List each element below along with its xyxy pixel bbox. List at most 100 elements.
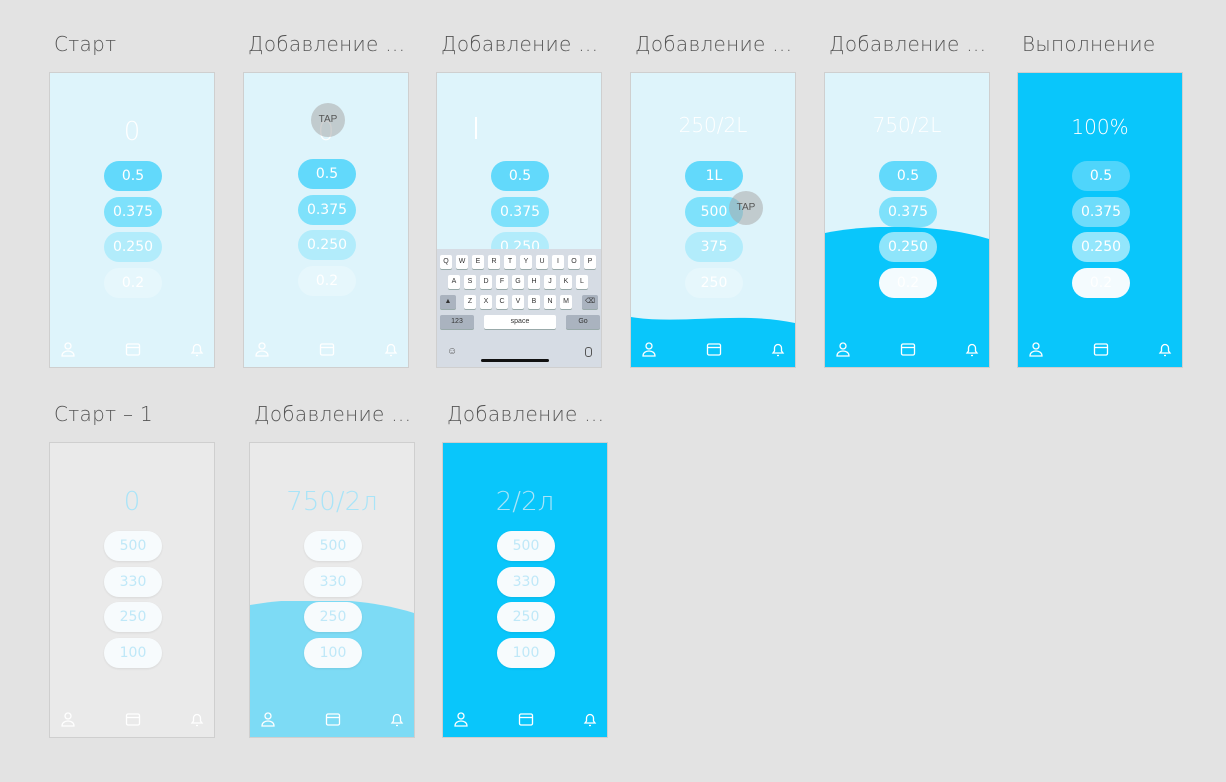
key[interactable]: V [512,295,524,309]
artboard-add-750-grey[interactable]: 750/2л 500 330 250 100 [249,442,415,738]
volume-button[interactable]: 1L [685,161,743,191]
microphone-icon[interactable] [585,347,592,357]
artboard-title[interactable]: Добавление ... [254,402,411,426]
bell-icon[interactable] [964,341,980,357]
emoji-icon[interactable]: ☺ [447,346,457,357]
go-key[interactable]: Go [566,315,600,329]
bell-icon[interactable] [383,341,399,357]
volume-button[interactable]: 500 [104,531,162,561]
artboard-start-1[interactable]: 0 500 330 250 100 [49,442,215,738]
shift-key[interactable]: ▲ [440,295,456,309]
artboard-add-complete[interactable]: 2/2л 500 330 250 100 [442,442,608,738]
calendar-icon[interactable] [706,341,722,357]
volume-button[interactable]: 0.5 [104,161,162,191]
key[interactable]: C [496,295,508,309]
key[interactable]: R [488,255,500,269]
artboard-title[interactable]: Старт – 1 [54,402,153,426]
bell-icon[interactable] [389,711,405,727]
artboard-add-250[interactable]: 250/2L 1L 500 375 250 TAP [630,72,796,368]
volume-button[interactable]: 0.5 [298,159,356,189]
volume-button[interactable]: 330 [304,567,362,597]
volume-button[interactable]: 0.375 [1072,197,1130,227]
profile-icon[interactable] [1028,341,1044,357]
key[interactable]: J [544,275,556,289]
volume-button[interactable]: 0.375 [298,195,356,225]
key[interactable]: O [568,255,580,269]
volume-button[interactable]: 330 [497,567,555,597]
artboard-title[interactable]: Добавление ... [829,32,986,56]
volume-button[interactable]: 0.250 [879,232,937,262]
profile-icon[interactable] [254,341,270,357]
volume-button[interactable]: 500 [497,531,555,561]
artboard-title[interactable]: Старт [54,32,116,56]
artboard-title[interactable]: Выполнение [1022,32,1155,56]
artboard-add-keyboard[interactable]: 0.5 0.375 0.250 Q W E R T Y U I O P A S … [436,72,602,368]
volume-button[interactable]: 375 [685,232,743,262]
key[interactable]: W [456,255,468,269]
volume-button[interactable]: 0.250 [104,232,162,262]
key[interactable]: T [504,255,516,269]
volume-button[interactable]: 0.5 [879,161,937,191]
volume-button[interactable]: 0.2 [298,266,356,296]
bell-icon[interactable] [189,711,205,727]
calendar-icon[interactable] [125,711,141,727]
key[interactable]: S [464,275,476,289]
space-key[interactable]: space [484,315,556,329]
artboard-add-750[interactable]: 750/2L 0.5 0.375 0.250 0.2 [824,72,990,368]
key[interactable]: Z [464,295,476,309]
bell-icon[interactable] [770,341,786,357]
profile-icon[interactable] [60,341,76,357]
artboard-title[interactable]: Добавление ... [635,32,792,56]
bell-icon[interactable] [582,711,598,727]
calendar-icon[interactable] [1093,341,1109,357]
profile-icon[interactable] [453,711,469,727]
key[interactable]: Q [440,255,452,269]
volume-button[interactable]: 0.250 [1072,232,1130,262]
volume-button[interactable]: 0.5 [1072,161,1130,191]
bell-icon[interactable] [189,341,205,357]
calendar-icon[interactable] [319,341,335,357]
volume-button[interactable]: 100 [304,638,362,668]
key[interactable]: E [472,255,484,269]
volume-button[interactable]: 100 [104,638,162,668]
volume-button[interactable]: 0.375 [491,197,549,227]
volume-button[interactable]: 250 [304,602,362,632]
key[interactable]: L [576,275,588,289]
profile-icon[interactable] [260,711,276,727]
key[interactable]: K [560,275,572,289]
volume-button[interactable]: 250 [685,268,743,298]
key[interactable]: Y [520,255,532,269]
bell-icon[interactable] [1157,341,1173,357]
key[interactable]: D [480,275,492,289]
key[interactable]: F [496,275,508,289]
volume-button[interactable]: 0.375 [104,197,162,227]
volume-button[interactable]: 250 [497,602,555,632]
calendar-icon[interactable] [125,341,141,357]
volume-button[interactable]: 0.250 [298,230,356,260]
key[interactable]: M [560,295,572,309]
key[interactable]: G [512,275,524,289]
volume-button[interactable]: 0.2 [879,268,937,298]
profile-icon[interactable] [835,341,851,357]
profile-icon[interactable] [641,341,657,357]
volume-button[interactable]: 330 [104,567,162,597]
key[interactable]: N [544,295,556,309]
volume-button[interactable]: 0.375 [879,197,937,227]
volume-button[interactable]: 0.5 [491,161,549,191]
key[interactable]: I [552,255,564,269]
calendar-icon[interactable] [518,711,534,727]
key[interactable]: H [528,275,540,289]
artboard-start[interactable]: 0 0.5 0.375 0.250 0.2 [49,72,215,368]
artboard-complete[interactable]: 100% 0.5 0.375 0.250 0.2 [1017,72,1183,368]
volume-button[interactable]: 250 [104,602,162,632]
artboard-title[interactable]: Добавление ... [447,402,604,426]
key[interactable]: A [448,275,460,289]
calendar-icon[interactable] [325,711,341,727]
numbers-key[interactable]: 123 [440,315,474,329]
artboard-title[interactable]: Добавление ... [248,32,405,56]
artboard-add-tap[interactable]: 0 TAP 0.5 0.375 0.250 0.2 [243,72,409,368]
volume-button[interactable]: 0.2 [104,268,162,298]
profile-icon[interactable] [60,711,76,727]
artboard-title[interactable]: Добавление ... [441,32,598,56]
key[interactable]: P [584,255,596,269]
